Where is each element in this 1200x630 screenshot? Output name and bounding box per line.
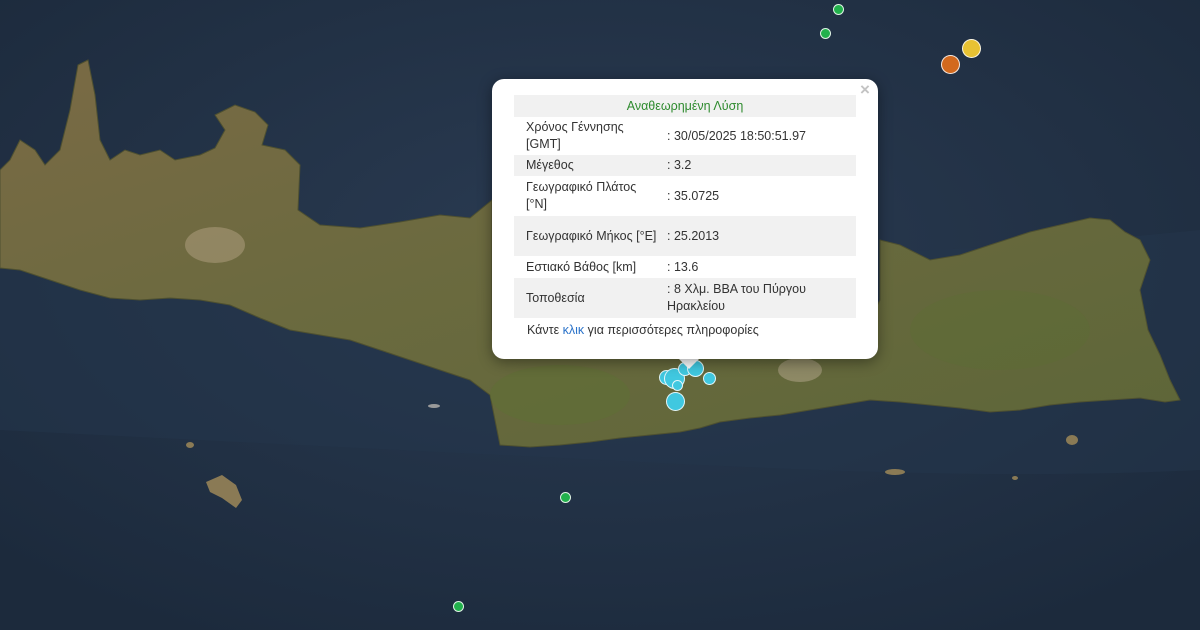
quake-marker-green[interactable]: [833, 4, 844, 15]
popup-header: Αναθεωρημένη Λύση: [514, 95, 856, 117]
more-info-line: Κάντε κλικ για περισσότερες πληροφορίες: [527, 323, 759, 337]
info-label: Τοποθεσία: [514, 278, 657, 318]
info-label: Γεωγραφικό Μήκος [°E]: [514, 216, 657, 256]
info-row: Χρόνος Γέννησης [GMT] : 30/05/2025 18:50…: [514, 117, 856, 155]
small-island-4: [1066, 435, 1078, 445]
quake-marker-green[interactable]: [453, 601, 464, 612]
info-row: Μέγεθος : 3.2: [514, 155, 856, 176]
info-label: Γεωγραφικό Πλάτος [°N]: [526, 180, 637, 211]
info-value: : 3.2: [657, 155, 856, 176]
info-value: : 30/05/2025 18:50:51.97: [667, 128, 807, 143]
quake-marker-orange[interactable]: [941, 55, 960, 74]
info-row: Γεωγραφικό Πλάτος [°N] : 35.0725: [514, 176, 856, 216]
quake-marker-green[interactable]: [560, 492, 571, 503]
quake-marker-cyan[interactable]: [672, 380, 683, 391]
info-row: Εστιακό Βάθος [km] : 13.6: [514, 256, 856, 278]
close-icon[interactable]: ×: [858, 81, 872, 98]
small-island-2: [428, 404, 440, 408]
info-label: Χρόνος Γέννησης [GMT]: [526, 120, 624, 151]
earthquake-info-popup: × Αναθεωρημένη Λύση Χρόνος Γέννησης [GMT…: [492, 79, 878, 359]
more-prefix: Κάντε: [527, 323, 563, 337]
info-row: Γεωγραφικό Μήκος [°E] : 25.2013: [514, 216, 856, 256]
info-value: : 8 Χλμ. ΒΒΑ του Πύργου Ηρακλείου: [657, 278, 856, 318]
more-info-link[interactable]: κλικ: [563, 323, 585, 337]
info-value: : 13.6: [667, 259, 699, 274]
quake-marker-yellow[interactable]: [962, 39, 981, 58]
quake-marker-green[interactable]: [820, 28, 831, 39]
green-east: [910, 290, 1090, 370]
info-label: Μέγεθος: [514, 155, 657, 176]
small-island-3: [885, 469, 905, 475]
info-table: Αναθεωρημένη Λύση Χρόνος Γέννησης [GMT] …: [514, 95, 856, 318]
small-island-1: [186, 442, 194, 448]
info-row: Τοποθεσία : 8 Χλμ. ΒΒΑ του Πύργου Ηρακλε…: [514, 278, 856, 318]
green-plain: [490, 365, 630, 425]
mountain-ida: [185, 227, 245, 263]
more-suffix: για περισσότερες πληροφορίες: [584, 323, 759, 337]
quake-marker-cyan[interactable]: [666, 392, 685, 411]
quake-marker-cyan[interactable]: [703, 372, 716, 385]
info-value: : 35.0725: [667, 188, 720, 203]
info-header-row: Αναθεωρημένη Λύση: [514, 95, 856, 117]
info-label: Εστιακό Βάθος [km]: [526, 259, 637, 274]
mountain-dikti: [778, 358, 822, 382]
small-island-5: [1012, 476, 1018, 480]
info-value: : 25.2013: [657, 216, 856, 256]
